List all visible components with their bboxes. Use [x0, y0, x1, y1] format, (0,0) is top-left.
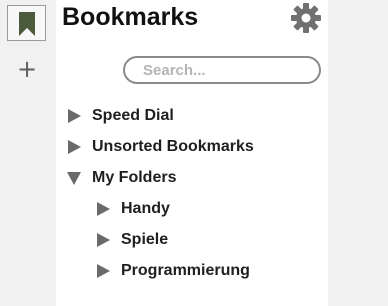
expand-arrow-icon[interactable] [66, 139, 83, 155]
tree-item-speed-dial[interactable]: Speed Dial [66, 104, 174, 128]
bookmarks-tab-button[interactable] [7, 5, 46, 41]
tree-item-label: Spiele [121, 231, 169, 248]
tree-item-my-folders[interactable]: My Folders [66, 166, 176, 190]
tree-item-label: Programmierung [121, 262, 250, 279]
add-button[interactable]: + [14, 56, 40, 82]
expand-arrow-icon[interactable] [95, 201, 112, 217]
panel-title: Bookmarks [62, 3, 199, 31]
left-rail: + [0, 0, 56, 306]
tree-item-label: Handy [121, 200, 170, 217]
collapse-arrow-icon[interactable] [66, 170, 83, 186]
tree-item-label: Unsorted Bookmarks [92, 138, 254, 155]
bookmark-icon [19, 12, 35, 36]
gear-icon [291, 3, 321, 33]
tree-item-spiele[interactable]: Spiele [95, 228, 168, 252]
expand-arrow-icon[interactable] [95, 232, 112, 248]
tree-item-handy[interactable]: Handy [95, 197, 170, 221]
tree-item-programmierung[interactable]: Programmierung [95, 259, 250, 283]
panel-edge [328, 0, 388, 306]
tree-item-label: Speed Dial [92, 107, 174, 124]
expand-arrow-icon[interactable] [95, 263, 112, 279]
expand-arrow-icon[interactable] [66, 108, 83, 124]
tree-item-unsorted-bookmarks[interactable]: Unsorted Bookmarks [66, 135, 254, 159]
settings-button[interactable] [290, 2, 322, 34]
search-input[interactable] [123, 56, 321, 84]
tree-item-label: My Folders [92, 169, 177, 186]
